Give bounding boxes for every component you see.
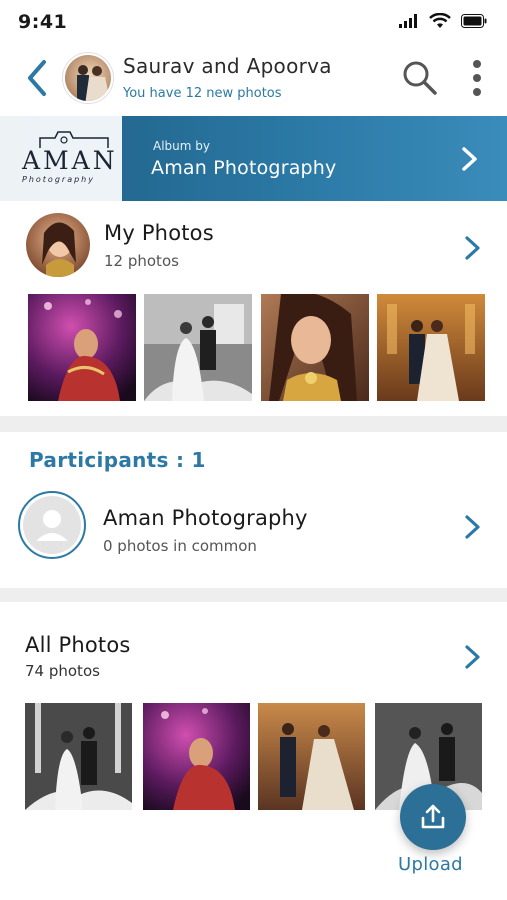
- purple-lit-bride-photo-icon: [143, 703, 250, 810]
- status-time: 9:41: [18, 11, 68, 33]
- upload-label[interactable]: Upload: [398, 854, 463, 875]
- more-options-icon[interactable]: [466, 58, 488, 102]
- participant-common-photos: 0 photos in common: [103, 537, 257, 555]
- album-by-label: Album by: [153, 139, 210, 153]
- photo-thumbnail[interactable]: [25, 703, 132, 810]
- status-bar: 9:41: [0, 0, 507, 44]
- my-avatar[interactable]: [26, 213, 90, 277]
- chevron-right-icon[interactable]: [462, 233, 484, 263]
- wifi-icon: [429, 13, 451, 28]
- my-photos-title: My Photos: [104, 221, 214, 245]
- all-photos-count: 74 photos: [25, 662, 100, 680]
- album-by-banner[interactable]: AMAN Photography Album by Aman Photograp…: [0, 116, 507, 201]
- brand-logo-subtext: Photography: [22, 175, 95, 184]
- new-photos-subtitle: You have 12 new photos: [123, 86, 282, 101]
- couple-avatar-icon: [65, 55, 111, 101]
- brand-logo: AMAN Photography: [0, 116, 122, 201]
- purple-lit-bride-photo-icon: [28, 294, 136, 401]
- album-owner-name: Aman Photography: [151, 157, 337, 179]
- bride-avatar-icon: [26, 213, 90, 277]
- brand-logo-text: AMAN: [22, 146, 118, 175]
- chevron-right-icon[interactable]: [462, 642, 484, 672]
- back-arrow-icon[interactable]: [22, 58, 54, 98]
- status-icons: [399, 13, 487, 29]
- participant-name: Aman Photography: [103, 506, 308, 530]
- all-photos-title: All Photos: [25, 633, 131, 657]
- bride-portrait-photo-icon: [261, 294, 369, 401]
- album-title: Saurav and Apoorva: [123, 54, 332, 78]
- search-icon[interactable]: [400, 58, 440, 98]
- photo-thumbnail[interactable]: [258, 703, 365, 810]
- photo-thumbnail[interactable]: [143, 703, 250, 810]
- battery-icon: [461, 14, 487, 28]
- user-placeholder-icon: [23, 496, 81, 554]
- chevron-right-icon[interactable]: [462, 512, 484, 542]
- album-avatar[interactable]: [63, 53, 113, 103]
- bw-couple-sparklers-photo-icon: [25, 703, 132, 810]
- photo-thumbnail[interactable]: [261, 294, 369, 401]
- participant-avatar[interactable]: [18, 491, 86, 559]
- signal-icon: [399, 14, 417, 28]
- album-header: Saurav and Apoorva You have 12 new photo…: [0, 44, 507, 116]
- upload-icon: [421, 804, 445, 829]
- section-divider: [0, 416, 507, 432]
- photo-thumbnail[interactable]: [377, 294, 485, 401]
- couple-hall-photo-icon: [377, 294, 485, 401]
- section-divider: [0, 588, 507, 602]
- photo-thumbnail[interactable]: [144, 294, 252, 401]
- bw-couple-photo-icon: [144, 294, 252, 401]
- photo-thumbnail[interactable]: [28, 294, 136, 401]
- participants-title: Participants : 1: [29, 448, 206, 472]
- chevron-right-icon[interactable]: [458, 145, 482, 173]
- couple-dancing-photo-icon: [258, 703, 365, 810]
- my-photos-count: 12 photos: [104, 252, 179, 270]
- upload-button[interactable]: [400, 784, 466, 850]
